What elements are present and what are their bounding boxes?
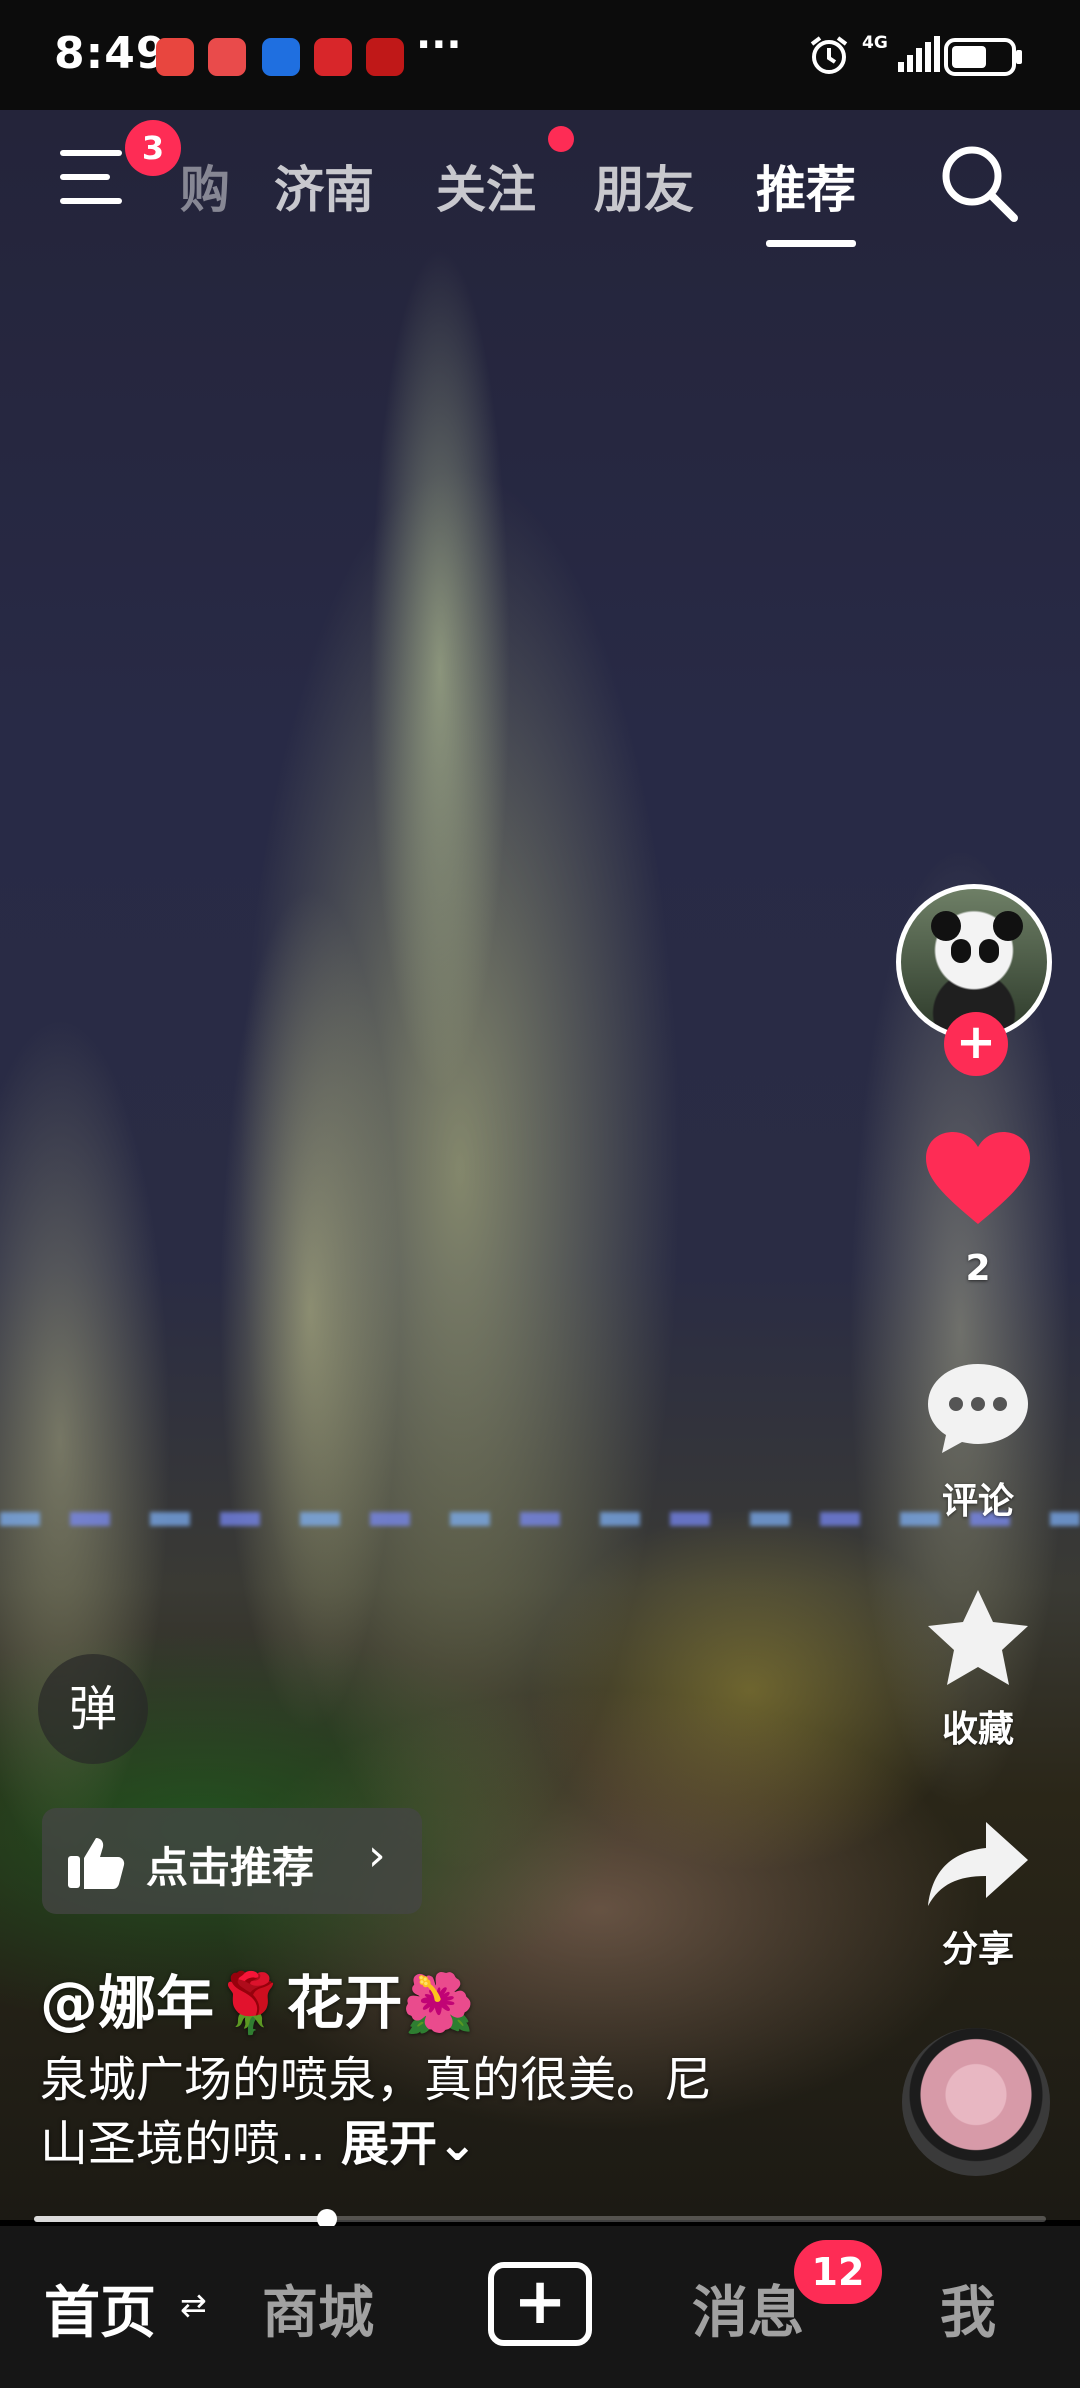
chevron-right-icon: › bbox=[368, 1830, 386, 1881]
active-tab-indicator bbox=[766, 240, 856, 247]
comment-label: 评论 bbox=[941, 1481, 1014, 1522]
menu-icon-line bbox=[60, 198, 122, 204]
study-app-icon bbox=[366, 38, 404, 76]
tab-shopping[interactable]: 购 bbox=[180, 150, 230, 222]
like-count: 2 bbox=[965, 1248, 991, 1289]
music-disc[interactable] bbox=[902, 2028, 1050, 2176]
menu-button[interactable] bbox=[60, 150, 130, 210]
recommend-label: 点击推荐 bbox=[146, 1843, 315, 1892]
search-icon bbox=[942, 146, 1018, 222]
more-notifications-icon: ··· bbox=[416, 22, 462, 68]
favorite-button[interactable] bbox=[920, 1586, 1036, 1694]
video-progress-fill bbox=[34, 2216, 327, 2222]
heart-icon bbox=[926, 1132, 1030, 1224]
tab-recommend[interactable]: 推荐 bbox=[756, 150, 856, 222]
book-app-icon bbox=[208, 38, 246, 76]
video-description: 泉城广场的喷泉，真的很美。尼山圣境的喷... 展开⌄ bbox=[40, 2048, 730, 2176]
battery-icon bbox=[944, 38, 1024, 80]
share-button[interactable] bbox=[920, 1814, 1036, 1918]
thumbs-up-icon bbox=[66, 1834, 126, 1894]
star-icon bbox=[928, 1590, 1028, 1685]
avatar-panda-eye bbox=[951, 939, 971, 963]
huawei-app-icon bbox=[156, 38, 194, 76]
avatar-panda-ear bbox=[931, 911, 961, 941]
tab-mall[interactable]: 商城 bbox=[262, 2268, 374, 2349]
swap-icon: ⇄ bbox=[180, 2286, 207, 2324]
share-arrow-icon bbox=[928, 1822, 1028, 1906]
shop-618-app-icon bbox=[314, 38, 352, 76]
search-button[interactable] bbox=[936, 140, 1026, 234]
following-new-dot bbox=[548, 126, 574, 152]
menu-badge: 3 bbox=[125, 120, 181, 176]
comment-button[interactable] bbox=[920, 1358, 1036, 1462]
d-app-icon bbox=[262, 38, 300, 76]
expand-label: 展开 bbox=[341, 2116, 438, 2172]
tab-friends[interactable]: 朋友 bbox=[594, 150, 694, 222]
create-post-button[interactable]: + bbox=[488, 2262, 592, 2346]
author-name[interactable]: @娜年🌹花开🌺 bbox=[40, 1956, 474, 2040]
like-button[interactable] bbox=[920, 1128, 1036, 1232]
status-time: 8:49 bbox=[54, 28, 168, 79]
avatar-panda-eye bbox=[979, 939, 999, 963]
tab-messages[interactable]: 消息 bbox=[692, 2268, 804, 2349]
expand-button[interactable]: 展开⌄ bbox=[341, 2116, 477, 2172]
alarm-icon bbox=[808, 34, 850, 80]
tab-me[interactable]: 我 bbox=[940, 2268, 996, 2349]
tab-following[interactable]: 关注 bbox=[436, 150, 536, 222]
recommend-button[interactable]: 点击推荐 › bbox=[42, 1808, 422, 1914]
comment-icon bbox=[928, 1364, 1028, 1453]
tab-jinan[interactable]: 济南 bbox=[274, 150, 374, 222]
favorite-label: 收藏 bbox=[941, 1709, 1014, 1750]
menu-icon bbox=[60, 150, 122, 156]
network-type: 4G bbox=[862, 33, 888, 53]
share-label: 分享 bbox=[941, 1929, 1014, 1970]
signal-icon bbox=[898, 36, 942, 76]
menu-icon-line bbox=[60, 174, 110, 180]
tab-home[interactable]: 首页 bbox=[44, 2268, 156, 2349]
danmu-toggle-button[interactable]: 弹 bbox=[38, 1654, 148, 1764]
messages-badge: 12 bbox=[794, 2240, 882, 2304]
follow-button[interactable]: + bbox=[944, 1012, 1008, 1076]
avatar-panda-ear bbox=[993, 911, 1023, 941]
chevron-down-icon: ⌄ bbox=[437, 2116, 478, 2172]
